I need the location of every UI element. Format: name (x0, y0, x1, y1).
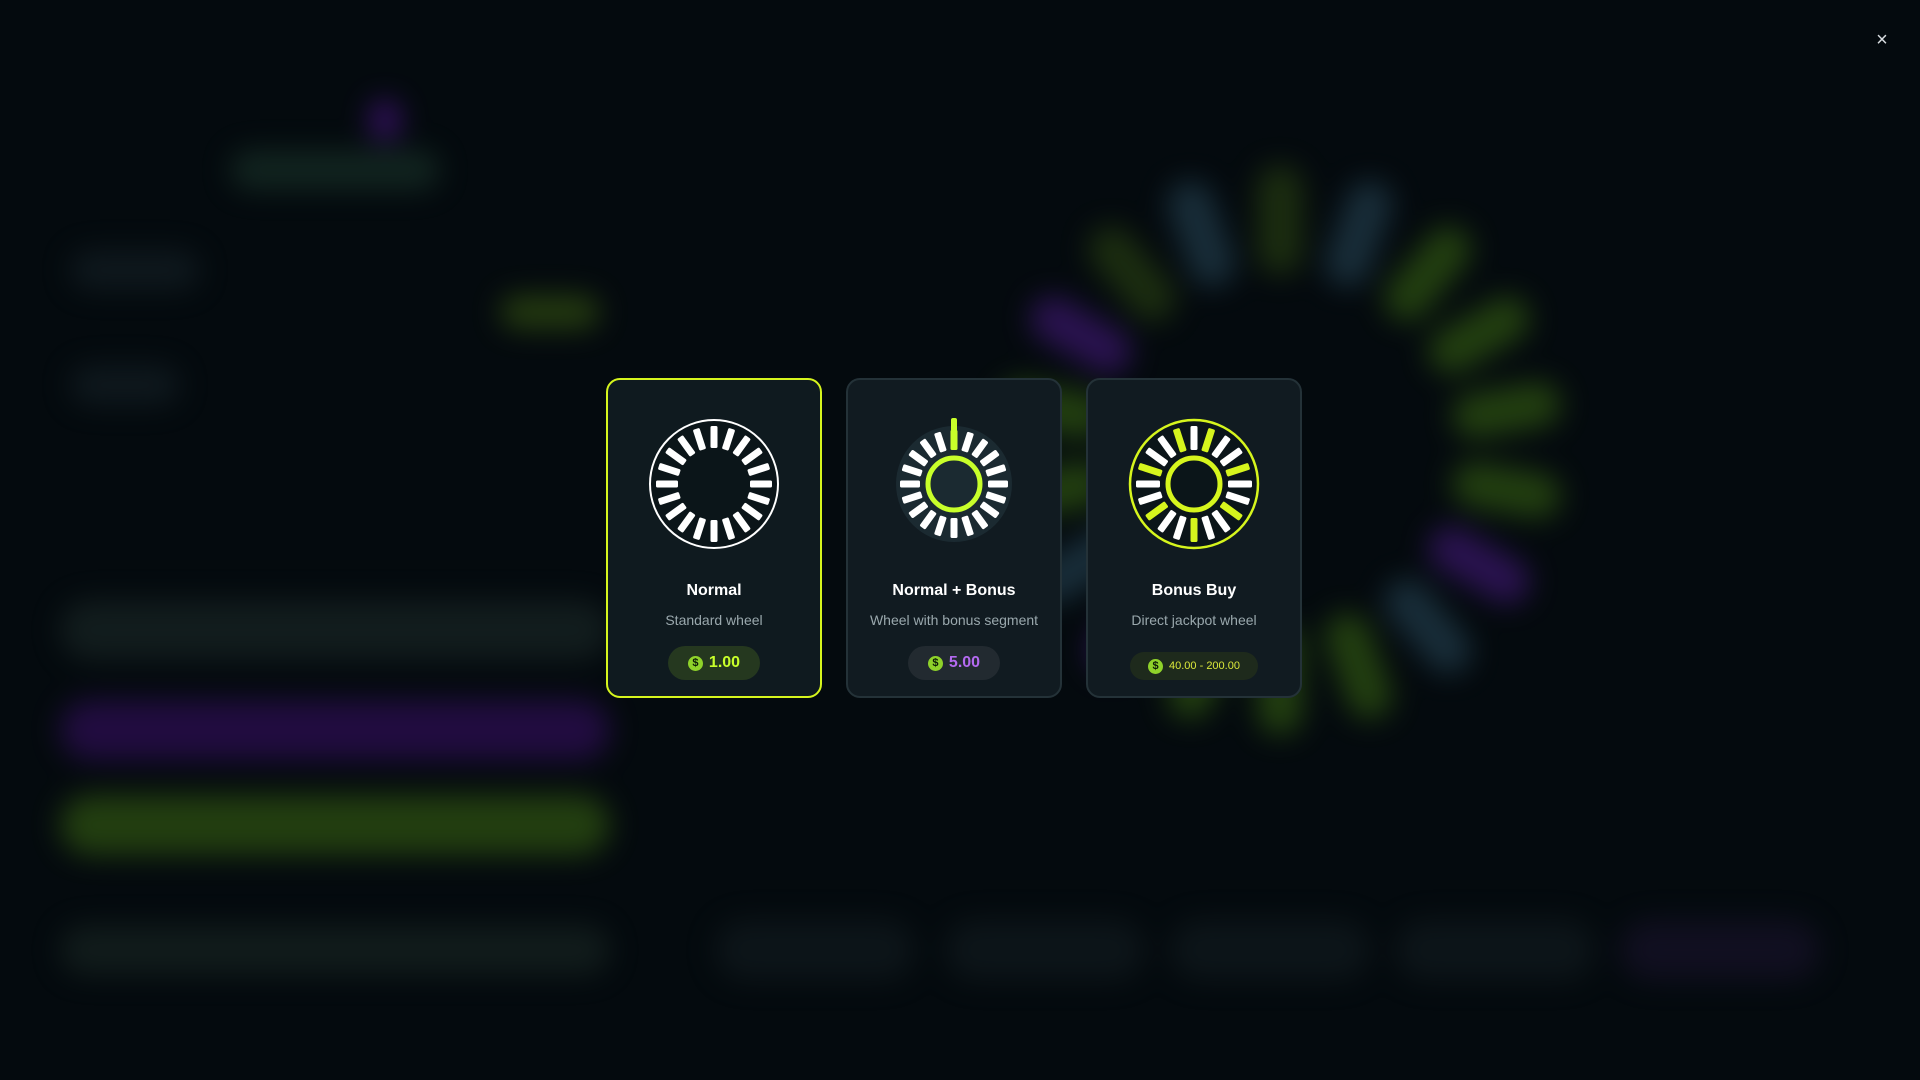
coin-icon: $ (687, 655, 703, 671)
wheel-segment (710, 426, 718, 448)
close-button[interactable]: × (1868, 26, 1896, 54)
card-title: Normal + Bonus (892, 582, 1016, 599)
bg-wheel-segment (1420, 287, 1539, 383)
wheel-icon (896, 418, 1012, 542)
wheel-icon (1128, 418, 1260, 550)
wheel-segment (1190, 426, 1198, 450)
price-badge: $ 1.00 (667, 646, 761, 680)
price-badge: $ 40.00 - 200.00 (1130, 652, 1258, 680)
price-value: 40.00 - 200.00 (1169, 660, 1240, 672)
bg-wheel-segment (1160, 174, 1242, 294)
mode-card-normal-bonus[interactable]: Normal + Bonus Wheel with bonus segment … (846, 378, 1062, 698)
wheel-segment (656, 480, 678, 488)
wheel-segment (1136, 480, 1160, 488)
wheel-segment (900, 480, 920, 488)
card-subtitle: Standard wheel (665, 612, 763, 628)
bg-wheel-segment (1318, 606, 1400, 726)
card-title: Normal (686, 582, 742, 599)
card-subtitle: Wheel with bonus segment (869, 612, 1039, 628)
bg-wheel-segment (1448, 377, 1565, 443)
bg-wheel-segment (1021, 287, 1140, 383)
wheel-icon (649, 419, 779, 549)
wheel-segment (710, 520, 718, 542)
coin-icon: $ (927, 655, 943, 671)
bg-wheel-segment (1079, 216, 1186, 331)
bg-wheel-segment (1374, 216, 1481, 331)
bg-wheel-segment (1374, 569, 1481, 684)
wheel-segment (988, 480, 1008, 488)
close-icon: × (1876, 28, 1888, 51)
mode-card-bonus-buy[interactable]: Bonus Buy Direct jackpot wheel $ 40.00 -… (1086, 378, 1302, 698)
mode-card-normal[interactable]: Normal Standard wheel $ 1.00 (606, 378, 822, 698)
wheel-segment (750, 480, 772, 488)
price-badge: $ 5.00 (907, 646, 1001, 680)
bg-wheel-segment (1318, 174, 1400, 294)
wheel-segment (1228, 480, 1252, 488)
card-subtitle: Direct jackpot wheel (1131, 612, 1257, 628)
bg-wheel-segment (1420, 517, 1539, 613)
wheel-segment (1190, 518, 1198, 542)
price-value: 5.00 (948, 654, 981, 671)
mode-selection: Normal Standard wheel $ 1.00 Normal + Bo… (606, 378, 1302, 698)
bg-wheel-segment (1257, 165, 1303, 275)
card-title: Bonus Buy (1151, 582, 1237, 599)
coin-icon: $ (1148, 658, 1164, 674)
bg-wheel-segment (1448, 457, 1565, 523)
price-value: 1.00 (708, 654, 741, 671)
wheel-segment (950, 518, 958, 538)
